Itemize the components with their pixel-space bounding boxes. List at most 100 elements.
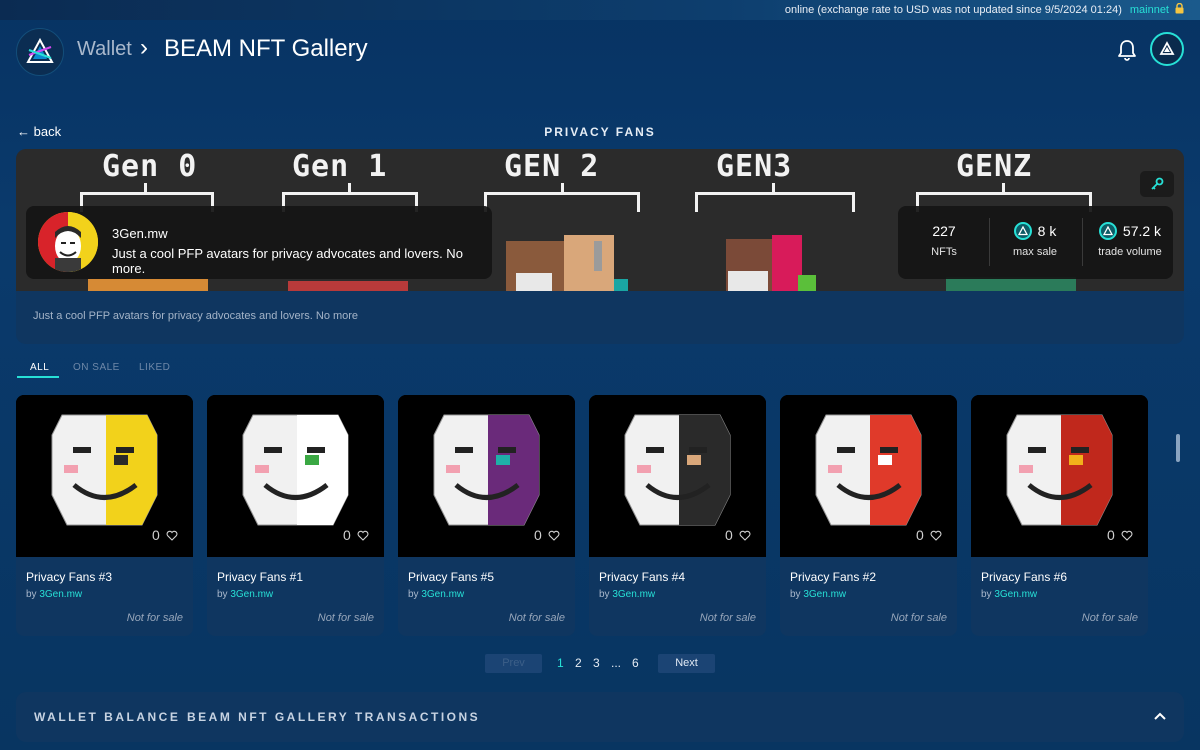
tab-on-sale[interactable]: ON SALE [73,362,120,373]
by-label: by [26,589,37,600]
author-link[interactable]: 3Gen.mw [421,589,464,600]
chevron-up-icon[interactable] [1153,709,1167,723]
prev-page-button[interactable]: Prev [485,654,542,673]
collection-stats: 227 NFTs 8 k max sale 57.2 k trade volum… [898,206,1173,279]
author-link[interactable]: 3Gen.mw [803,589,846,600]
stat-value: 57.2 k [1122,223,1162,239]
nft-author: by 3Gen.mw [26,589,82,600]
banner-art [946,277,1076,291]
like-count-value: 0 [152,527,160,543]
nft-card[interactable]: 0 Privacy Fans #6 by 3Gen.mw Not for sale [971,395,1148,636]
like-count-value: 0 [725,527,733,543]
nft-card[interactable]: 0 Privacy Fans #5 by 3Gen.mw Not for sale [398,395,575,636]
banner-art [594,241,602,271]
nft-author: by 3Gen.mw [599,589,655,600]
by-label: by [981,589,992,600]
creator-card[interactable]: 3Gen.mw Just a cool PFP avatars for priv… [26,206,492,279]
nft-author: by 3Gen.mw [408,589,464,600]
like-count[interactable]: 0 [152,527,178,543]
nft-author: by 3Gen.mw [790,589,846,600]
banner-art [516,273,552,291]
banner-art [798,275,816,291]
active-tab-indicator [17,376,59,378]
page-number[interactable]: 1 [557,656,564,670]
like-count[interactable]: 0 [1107,527,1133,543]
tab-liked[interactable]: LIKED [139,362,170,373]
like-count-value: 0 [1107,527,1115,543]
nft-name: Privacy Fans #1 [217,570,304,584]
nft-card[interactable]: 0 Privacy Fans #4 by 3Gen.mw Not for sale [589,395,766,636]
lock-icon [1175,2,1184,17]
breadcrumb-separator-icon: › [140,34,148,61]
gen-label: Gen 1 [292,149,388,184]
status-text: online (exchange rate to USD was not upd… [784,4,1122,16]
like-count[interactable]: 0 [534,527,560,543]
author-link[interactable]: 3Gen.mw [994,589,1037,600]
nft-author: by 3Gen.mw [981,589,1037,600]
like-count[interactable]: 0 [916,527,942,543]
app-header: Wallet › BEAM NFT Gallery [0,20,1200,84]
by-label: by [599,589,610,600]
stat-nfts: 227 NFTs [912,220,976,258]
divider [1082,218,1083,266]
stat-label: trade volume [1098,246,1162,258]
sale-status: Not for sale [508,612,565,624]
bracket-decoration [695,192,855,212]
author-link[interactable]: 3Gen.mw [39,589,82,600]
heart-icon [739,530,751,541]
nft-name: Privacy Fans #5 [408,570,495,584]
collection-banner: Gen 0 Gen 1 GEN 2 GEN3 GENZ 3Gen.mw Just… [16,149,1184,291]
banner-art [564,235,614,291]
banner-art [88,279,208,291]
creator-name: 3Gen.mw [112,226,168,241]
creator-description: Just a cool PFP avatars for privacy advo… [112,246,463,276]
by-label: by [408,589,419,600]
stat-value: 8 k [1037,223,1057,239]
stat-trade-volume: 57.2 k trade volume [1091,220,1169,258]
page-number[interactable]: 6 [632,656,639,670]
nft-card[interactable]: 0 Privacy Fans #2 by 3Gen.mw Not for sale [780,395,957,636]
nft-name: Privacy Fans #3 [26,570,113,584]
collection-description: Just a cool PFP avatars for privacy advo… [33,310,359,322]
by-label: by [217,589,228,600]
tab-all[interactable]: ALL [30,362,49,373]
page-number[interactable]: 2 [575,656,582,670]
like-count[interactable]: 0 [725,527,751,543]
next-page-button[interactable]: Next [658,654,715,673]
bracket-decoration [484,192,640,212]
heart-icon [548,530,560,541]
page-ellipsis: ... [611,656,622,670]
like-count[interactable]: 0 [343,527,369,543]
gen-label: GEN3 [716,149,793,184]
author-link[interactable]: 3Gen.mw [612,589,655,600]
banner-art [614,279,628,291]
beam-coin-icon [1013,222,1032,240]
sale-status: Not for sale [890,612,947,624]
sale-status: Not for sale [126,612,183,624]
breadcrumb-wallet[interactable]: Wallet [77,38,132,61]
nft-card[interactable]: 0 Privacy Fans #3 by 3Gen.mw Not for sale [16,395,193,636]
sale-status: Not for sale [1081,612,1138,624]
page-number[interactable]: 3 [593,656,600,670]
tab-gallery-transactions[interactable]: BEAM NFT GALLERY TRANSACTIONS [187,710,480,724]
like-count-value: 0 [534,527,542,543]
by-label: by [790,589,801,600]
gen-label: Gen 0 [102,149,198,184]
author-link[interactable]: 3Gen.mw [230,589,273,600]
gen-label: GEN 2 [504,149,600,184]
stat-max-sale: 8 k max sale [1002,220,1068,258]
bell-icon[interactable] [1114,37,1140,63]
edit-collection-button[interactable] [1140,171,1174,197]
key-icon [1151,177,1164,190]
status-bar: online (exchange rate to USD was not upd… [0,0,1200,20]
tab-wallet-balance[interactable]: WALLET BALANCE [34,710,180,724]
gen-label: GENZ [956,149,1033,184]
beam-logo-icon[interactable] [16,28,64,76]
divider [989,218,990,266]
nft-card[interactable]: 0 Privacy Fans #1 by 3Gen.mw Not for sale [207,395,384,636]
like-count-value: 0 [343,527,351,543]
heart-icon [930,530,942,541]
account-icon[interactable] [1150,32,1184,66]
scrollbar-handle[interactable] [1176,434,1180,462]
nft-name: Privacy Fans #6 [981,570,1068,584]
